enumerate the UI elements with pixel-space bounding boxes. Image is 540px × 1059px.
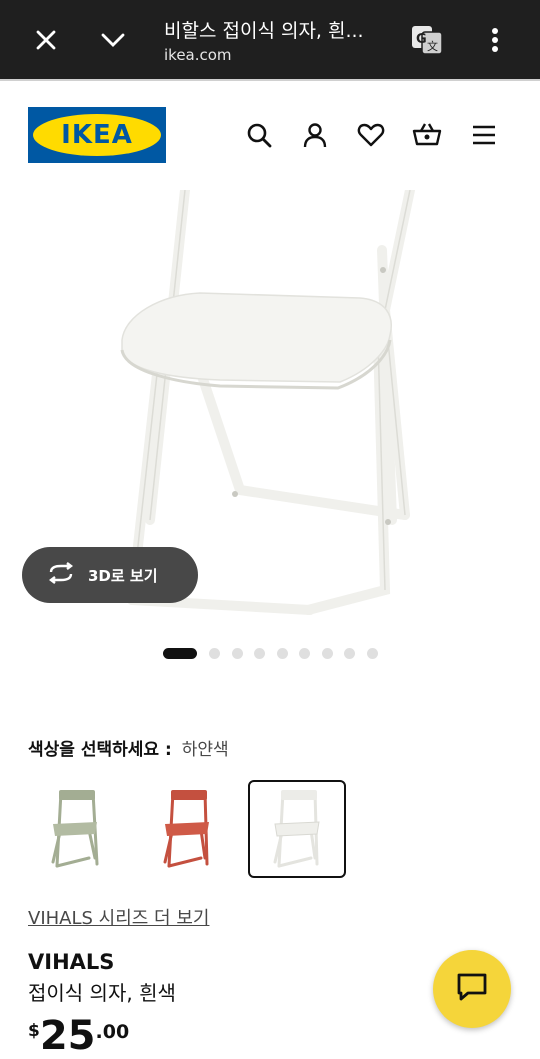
carousel-dot[interactable] (299, 648, 310, 659)
color-swatch-red[interactable] (138, 780, 236, 878)
logo-text: IKEA (61, 120, 133, 150)
search-icon[interactable] (242, 118, 276, 152)
page-url[interactable]: ikea.com (164, 46, 232, 64)
series-link[interactable]: VIHALS 시리즈 더 보기 (28, 904, 209, 930)
more-vert-icon[interactable] (477, 22, 513, 58)
heart-icon[interactable] (354, 118, 388, 152)
color-swatch-white[interactable] (248, 780, 346, 878)
carousel-dot[interactable] (344, 648, 355, 659)
carousel-dot-active[interactable] (163, 648, 197, 659)
menu-icon[interactable] (467, 118, 501, 152)
rotate-3d-icon (46, 562, 76, 588)
product-name: VIHALS (28, 950, 115, 974)
logo-oval: IKEA (33, 114, 161, 156)
carousel-dot[interactable] (366, 648, 378, 659)
carousel-dot[interactable] (321, 648, 333, 659)
carousel-dot[interactable] (276, 648, 288, 659)
account-icon[interactable] (298, 118, 332, 152)
price-decimal: .00 (95, 1021, 130, 1043)
chevron-down-icon[interactable] (95, 22, 131, 58)
selected-color: 하얀색 (181, 740, 229, 760)
toolbar-divider (0, 79, 540, 81)
product-price: $25.00 (28, 1013, 129, 1059)
carousel-dot[interactable] (254, 648, 265, 659)
carousel-indicator (163, 648, 389, 659)
view-3d-label: 3D로 보기 (88, 566, 158, 585)
close-icon[interactable] (28, 22, 64, 58)
svg-text:文: 文 (427, 39, 438, 53)
browser-toolbar: 비할스 접이식 의자, 흰... ikea.com G 文 (0, 0, 540, 79)
chat-button[interactable] (433, 950, 511, 1028)
chat-icon (456, 972, 488, 1006)
ikea-logo[interactable]: IKEA (28, 107, 166, 163)
carousel-dot[interactable] (231, 648, 243, 659)
color-swatch-green[interactable] (28, 780, 126, 878)
page-title[interactable]: 비할스 접이식 의자, 흰... (164, 16, 364, 43)
price-integer: 25 (39, 1013, 96, 1059)
color-selector-heading: 색상을 선택하세요 : 하얀색 (28, 735, 229, 760)
cart-icon[interactable] (410, 118, 444, 152)
view-3d-button[interactable]: 3D로 보기 (22, 547, 198, 603)
translate-icon[interactable]: G 文 (409, 22, 445, 58)
carousel-dot[interactable] (209, 648, 220, 659)
svg-text:G: G (416, 32, 427, 47)
color-label: 색상을 선택하세요 : (28, 740, 172, 760)
price-currency: $ (28, 1021, 40, 1041)
product-description: 접이식 의자, 흰색 (28, 981, 176, 1005)
